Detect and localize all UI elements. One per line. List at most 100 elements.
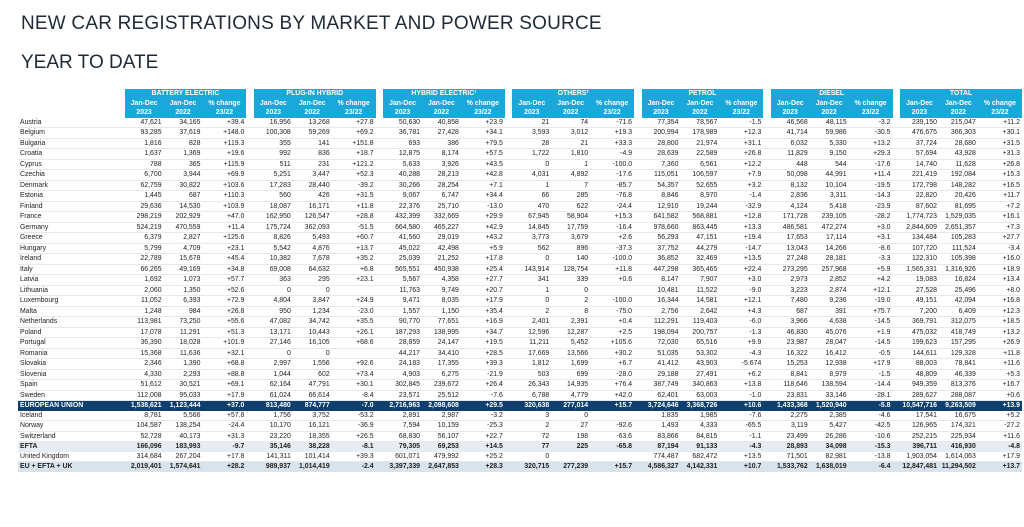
table-row: Poland 17,078 11,291 +51.3 13,171 10,443 +26.1… bbox=[18, 327, 1022, 338]
header-blank bbox=[18, 89, 125, 99]
value-cell: 162,950 bbox=[253, 211, 293, 223]
percent-change-cell: -42.5 bbox=[848, 420, 893, 432]
header-gap bbox=[504, 108, 513, 118]
column-gap bbox=[504, 159, 513, 170]
percent-change-cell: +16.0 bbox=[977, 253, 1022, 265]
percent-change-cell: -30.5 bbox=[848, 127, 893, 139]
percent-change-cell: +4.3 bbox=[719, 306, 764, 317]
table-row: Denmark 62,759 30,822 +103.6 17,283 28,440 -39… bbox=[18, 180, 1022, 191]
value-cell: 11,636 bbox=[163, 348, 203, 359]
value-cell: 0 bbox=[551, 285, 591, 296]
percent-change-cell: -0.5 bbox=[848, 348, 893, 359]
column-gap bbox=[892, 285, 901, 296]
value-cell: 687 bbox=[163, 190, 203, 202]
percent-change-cell: -71.6 bbox=[590, 117, 635, 128]
column-gap bbox=[892, 390, 901, 401]
value-cell: 28,440 bbox=[292, 180, 332, 191]
value-cell: 141 bbox=[292, 138, 332, 149]
column-gap bbox=[763, 431, 771, 442]
page-subtitle: YEAR TO DATE bbox=[21, 52, 159, 73]
column-header: Jan-Dec bbox=[253, 98, 293, 108]
column-header: 23/22 bbox=[848, 108, 893, 118]
percent-change-cell: +13.2 bbox=[848, 138, 893, 149]
column-gap bbox=[504, 211, 513, 223]
header-blank bbox=[18, 98, 125, 108]
table-row: Belgium 93,285 37,619 +148.0 100,308 59,269 +6… bbox=[18, 127, 1022, 139]
value-cell: 215,047 bbox=[938, 117, 978, 128]
value-cell: 25,039 bbox=[383, 253, 422, 265]
column-gap bbox=[375, 117, 384, 128]
column-header: 2023 bbox=[900, 108, 939, 118]
value-cell: 41,560 bbox=[383, 232, 422, 244]
value-cell: 3,368,726 bbox=[680, 400, 720, 411]
value-cell: 366,303 bbox=[938, 127, 978, 139]
percent-change-cell: +22.7 bbox=[460, 431, 505, 442]
value-cell: 6,379 bbox=[124, 232, 164, 244]
header-gap bbox=[892, 89, 901, 99]
country-name: France bbox=[18, 211, 125, 223]
table-row: Luxembourg 11,052 6,393 +72.9 4,804 3,847 +24.… bbox=[18, 295, 1022, 307]
column-gap bbox=[763, 274, 771, 286]
column-gap bbox=[504, 461, 513, 472]
column-gap bbox=[763, 461, 771, 472]
value-cell: 87,194 bbox=[641, 441, 681, 452]
percent-change-cell: +16.9 bbox=[460, 316, 505, 328]
value-cell: 2,973 bbox=[770, 274, 810, 286]
column-gap bbox=[634, 285, 642, 296]
value-cell: 59,986 bbox=[809, 127, 849, 139]
column-gap bbox=[763, 159, 771, 170]
percent-change-cell: +25.4 bbox=[460, 264, 505, 275]
value-cell: 355 bbox=[253, 138, 293, 149]
table-row: Portugal 36,390 18,028 +101.9 27,146 16,105 +6… bbox=[18, 337, 1022, 349]
percent-change-cell: +19.6 bbox=[202, 148, 247, 160]
column-gap bbox=[763, 390, 771, 401]
column-gap bbox=[634, 316, 642, 328]
column-gap bbox=[504, 400, 513, 411]
column-gap bbox=[375, 400, 384, 411]
value-cell: 1,638,019 bbox=[809, 461, 849, 472]
percent-change-cell: +34.8 bbox=[202, 264, 247, 275]
percent-change-cell: +39.4 bbox=[202, 117, 247, 128]
value-cell: 91,133 bbox=[680, 441, 720, 452]
value-cell: 560 bbox=[253, 190, 293, 202]
column-gap bbox=[375, 211, 384, 223]
percent-change-cell: +75.7 bbox=[848, 306, 893, 317]
percent-change-cell: +0.6 bbox=[977, 390, 1022, 401]
value-cell: 11,628 bbox=[938, 159, 978, 170]
value-cell: 2 bbox=[512, 420, 552, 432]
value-cell: 78,567 bbox=[680, 117, 720, 128]
value-cell: 20,426 bbox=[938, 190, 978, 202]
value-cell: 101,414 bbox=[292, 451, 332, 462]
value-cell: 61,024 bbox=[253, 390, 293, 401]
value-cell: 1,445 bbox=[124, 190, 164, 202]
percent-change-cell: +18.9 bbox=[977, 264, 1022, 275]
value-cell: 38,228 bbox=[292, 441, 332, 452]
value-cell: 503 bbox=[512, 369, 552, 380]
value-cell: 1,835 bbox=[641, 410, 681, 421]
country-name: Czechia bbox=[18, 169, 125, 181]
value-cell: 448 bbox=[770, 159, 810, 170]
value-cell: 475,032 bbox=[900, 327, 939, 338]
column-gap bbox=[892, 348, 901, 359]
value-cell: 1,538,621 bbox=[124, 400, 164, 411]
column-header: % change bbox=[460, 98, 505, 108]
percent-change-cell: +11.8 bbox=[331, 201, 376, 212]
value-cell: 622 bbox=[551, 201, 591, 212]
column-gap bbox=[892, 253, 901, 265]
value-cell: 3,447 bbox=[292, 169, 332, 181]
value-cell: 126,965 bbox=[900, 420, 939, 432]
column-gap bbox=[892, 274, 901, 286]
value-cell: 187,293 bbox=[383, 327, 422, 338]
value-cell: 106,597 bbox=[680, 169, 720, 181]
column-gap bbox=[504, 410, 513, 421]
percent-change-cell: -19.5 bbox=[848, 180, 893, 191]
column-gap bbox=[892, 127, 901, 139]
percent-change-cell: -7.6 bbox=[719, 410, 764, 421]
value-cell: 465,227 bbox=[421, 222, 461, 233]
percent-change-cell: +121.2 bbox=[331, 159, 376, 170]
value-cell: 288,087 bbox=[938, 390, 978, 401]
value-cell: 386 bbox=[421, 138, 461, 149]
column-gap bbox=[246, 274, 254, 286]
country-name: Sweden bbox=[18, 390, 125, 401]
value-cell: 23,571 bbox=[383, 390, 422, 401]
